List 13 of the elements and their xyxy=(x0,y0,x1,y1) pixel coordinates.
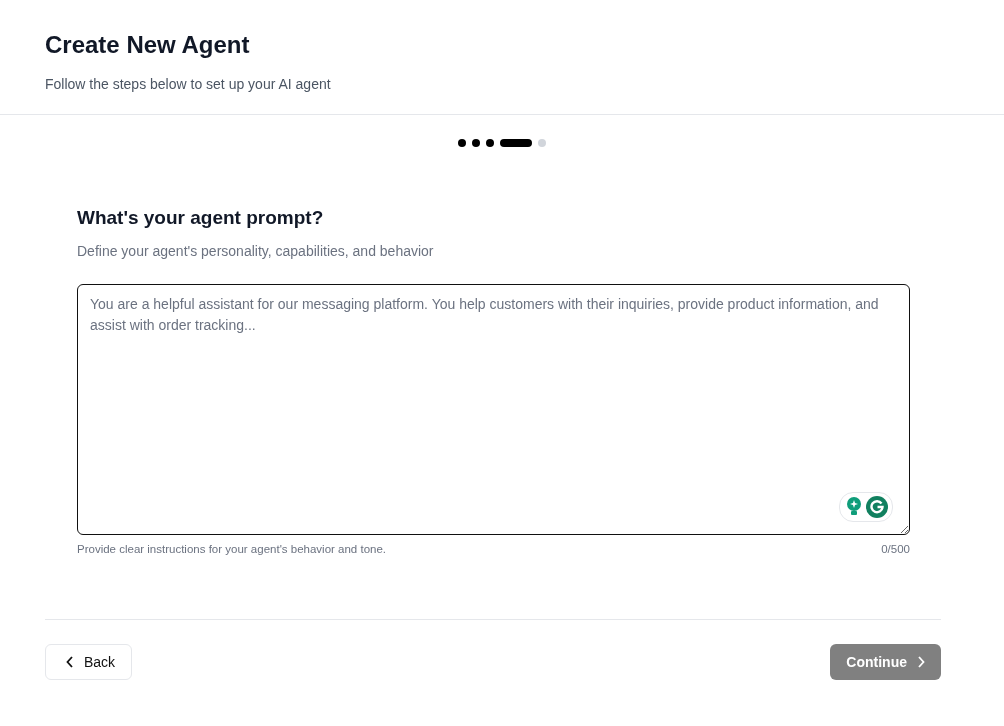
prompt-hint: Provide clear instructions for your agent's behavior and tone. xyxy=(77,543,387,555)
page-subtitle: Follow the steps below to set up your AI agent xyxy=(45,76,332,92)
chevron-left-icon xyxy=(66,656,74,668)
question-title: What's your agent prompt? xyxy=(77,207,325,229)
page-title: Create New Agent xyxy=(45,30,251,60)
writing-assistant-widget[interactable] xyxy=(839,492,893,522)
prompt-field[interactable]: You are a helpful assistant for our messaging platform. You help customers with their inquiries, provide product information, and assist with order tracking... xyxy=(77,284,910,535)
g-logo-icon xyxy=(866,496,888,518)
character-counter: 0/500 xyxy=(881,543,910,555)
back-button[interactable]: Back xyxy=(45,644,133,680)
chevron-right-icon xyxy=(917,656,925,668)
question-description: Define your agent's personality, capabilities, and behavior xyxy=(77,243,435,259)
lightbulb-icon xyxy=(846,497,862,517)
